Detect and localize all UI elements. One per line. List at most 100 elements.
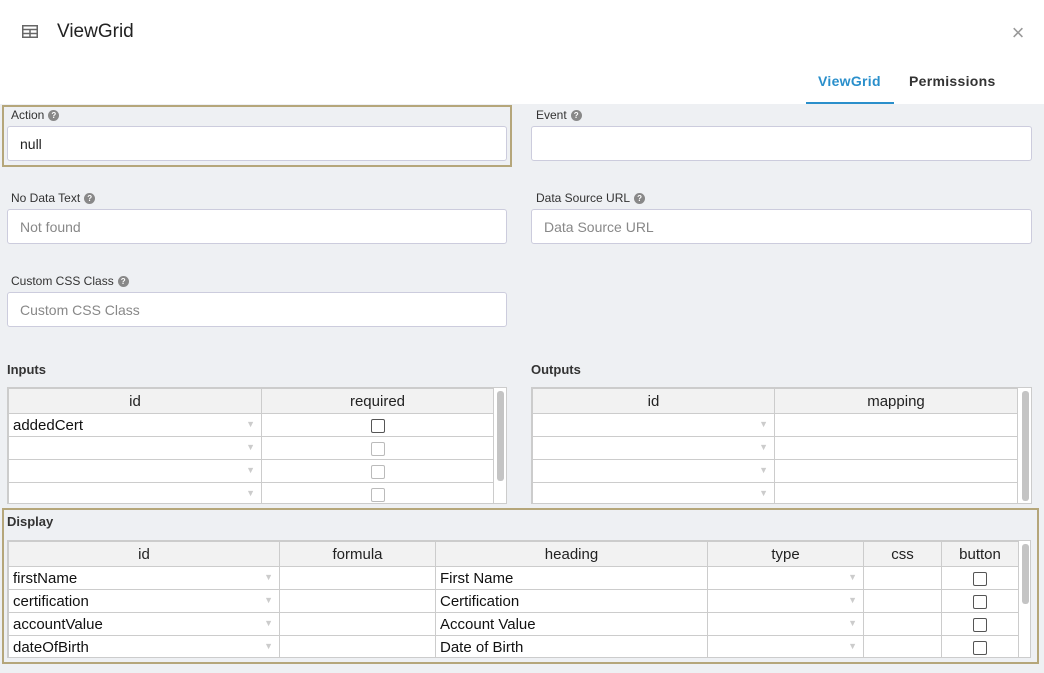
button-checkbox[interactable] xyxy=(973,617,987,632)
column-header-button[interactable]: button xyxy=(941,541,1019,567)
heading-cell[interactable]: Date of Birth xyxy=(435,635,708,657)
dropdown-icon[interactable]: ▼ xyxy=(246,419,255,429)
formula-cell[interactable] xyxy=(279,566,436,590)
css-cell[interactable] xyxy=(863,566,942,590)
dropdown-icon[interactable]: ▼ xyxy=(759,419,768,429)
no-data-text-label: No Data Text ? xyxy=(11,191,96,205)
dropdown-icon[interactable]: ▼ xyxy=(264,595,273,605)
action-label: Action ? xyxy=(11,108,60,122)
id-cell[interactable]: dateOfBirth ▼ xyxy=(8,635,280,657)
button-cell xyxy=(941,612,1019,636)
css-cell[interactable] xyxy=(863,635,942,657)
inputs-scrollbar[interactable] xyxy=(497,391,504,481)
dialog-title: ViewGrid xyxy=(57,21,134,42)
table-row: certification ▼ Certification ▼ xyxy=(8,589,1019,613)
heading-cell[interactable]: First Name xyxy=(435,566,708,590)
dropdown-icon[interactable]: ▼ xyxy=(759,442,768,452)
help-icon[interactable]: ? xyxy=(117,275,129,287)
css-cell[interactable] xyxy=(863,612,942,636)
required-cell xyxy=(261,482,494,503)
dropdown-icon[interactable]: ▼ xyxy=(848,572,857,582)
dropdown-icon[interactable]: ▼ xyxy=(264,572,273,582)
data-source-url-input[interactable]: Data Source URL xyxy=(531,209,1032,244)
column-header-formula[interactable]: formula xyxy=(279,541,436,567)
dropdown-icon[interactable]: ▼ xyxy=(264,641,273,651)
mapping-cell[interactable] xyxy=(774,436,1018,460)
id-cell[interactable]: accountValue ▼ xyxy=(8,612,280,636)
dropdown-icon[interactable]: ▼ xyxy=(246,442,255,452)
id-cell[interactable]: ▼ xyxy=(532,436,775,460)
tab-permissions[interactable]: Permissions xyxy=(909,73,996,89)
id-cell[interactable]: addedCert ▼ xyxy=(8,413,262,437)
column-header-required[interactable]: required xyxy=(261,388,494,414)
id-cell[interactable]: ▼ xyxy=(8,436,262,460)
css-cell[interactable] xyxy=(863,589,942,613)
dropdown-icon[interactable]: ▼ xyxy=(246,488,255,498)
required-checkbox[interactable] xyxy=(370,418,385,433)
formula-cell[interactable] xyxy=(279,635,436,657)
table-row: ▼ xyxy=(8,436,494,460)
column-header-id[interactable]: id xyxy=(8,388,262,414)
display-scrollbar[interactable] xyxy=(1022,544,1029,604)
mapping-cell[interactable] xyxy=(774,413,1018,437)
type-cell[interactable]: ▼ xyxy=(707,635,864,657)
mapping-cell[interactable] xyxy=(774,459,1018,483)
table-row: accountValue ▼ Account Value ▼ xyxy=(8,612,1019,636)
id-cell[interactable]: certification ▼ xyxy=(8,589,280,613)
custom-css-class-label: Custom CSS Class ? xyxy=(11,274,129,288)
no-data-text-input[interactable]: Not found xyxy=(7,209,507,244)
help-icon[interactable]: ? xyxy=(48,109,60,121)
column-header-css[interactable]: css xyxy=(863,541,942,567)
table-row: addedCert ▼ xyxy=(8,413,494,437)
column-header-heading[interactable]: heading xyxy=(435,541,708,567)
tab-viewgrid[interactable]: ViewGrid xyxy=(818,73,881,89)
required-checkbox[interactable] xyxy=(370,464,385,479)
table-row: ▼ xyxy=(8,482,494,503)
required-checkbox[interactable] xyxy=(370,487,385,502)
heading-cell[interactable]: Account Value xyxy=(435,612,708,636)
outputs-scrollbar[interactable] xyxy=(1022,391,1029,501)
custom-css-class-input[interactable]: Custom CSS Class xyxy=(7,292,507,327)
heading-cell[interactable]: Certification xyxy=(435,589,708,613)
dropdown-icon[interactable]: ▼ xyxy=(848,595,857,605)
dropdown-icon[interactable]: ▼ xyxy=(848,618,857,628)
formula-cell[interactable] xyxy=(279,589,436,613)
id-cell[interactable]: ▼ xyxy=(532,413,775,437)
column-header-mapping[interactable]: mapping xyxy=(774,388,1018,414)
event-input[interactable] xyxy=(531,126,1032,161)
required-cell xyxy=(261,459,494,483)
id-cell[interactable]: ▼ xyxy=(532,459,775,483)
button-checkbox[interactable] xyxy=(973,571,987,586)
id-cell[interactable]: ▼ xyxy=(8,482,262,503)
action-input[interactable]: null xyxy=(7,126,507,161)
type-cell[interactable]: ▼ xyxy=(707,612,864,636)
dropdown-icon[interactable]: ▼ xyxy=(246,465,255,475)
mapping-cell[interactable] xyxy=(774,482,1018,503)
help-icon[interactable]: ? xyxy=(570,109,582,121)
help-icon[interactable]: ? xyxy=(634,192,646,204)
formula-cell[interactable] xyxy=(279,612,436,636)
column-header-id[interactable]: id xyxy=(8,541,280,567)
dropdown-icon[interactable]: ▼ xyxy=(759,465,768,475)
column-header-type[interactable]: type xyxy=(707,541,864,567)
column-header-id[interactable]: id xyxy=(532,388,775,414)
type-cell[interactable]: ▼ xyxy=(707,566,864,590)
required-cell xyxy=(261,413,494,437)
id-cell[interactable]: ▼ xyxy=(532,482,775,503)
type-cell[interactable]: ▼ xyxy=(707,589,864,613)
id-cell[interactable]: firstName ▼ xyxy=(8,566,280,590)
button-checkbox[interactable] xyxy=(973,594,987,609)
dropdown-icon[interactable]: ▼ xyxy=(848,641,857,651)
dropdown-icon[interactable]: ▼ xyxy=(264,618,273,628)
table-row: ▼ xyxy=(532,482,1018,503)
required-checkbox[interactable] xyxy=(370,441,385,456)
inputs-grid: id required addedCert ▼ ▼ ▼ ▼ xyxy=(7,387,507,504)
help-icon[interactable]: ? xyxy=(84,192,96,204)
close-icon[interactable]: × xyxy=(1007,22,1029,44)
dropdown-icon[interactable]: ▼ xyxy=(759,488,768,498)
inputs-title: Inputs xyxy=(7,362,46,377)
button-checkbox[interactable] xyxy=(973,640,987,655)
id-cell[interactable]: ▼ xyxy=(8,459,262,483)
outputs-grid: id mapping ▼ ▼ ▼ ▼ xyxy=(531,387,1032,504)
table-row: ▼ xyxy=(532,436,1018,460)
